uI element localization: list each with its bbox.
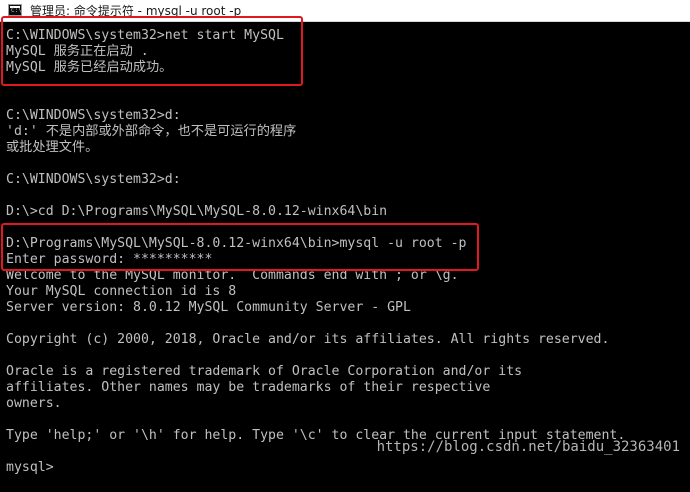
console-line: Your MySQL connection id is 8: [6, 284, 237, 299]
cmd-icon: C:\: [8, 4, 22, 16]
console-line: Copyright (c) 2000, 2018, Oracle and/or …: [6, 332, 610, 347]
console-line: owners.: [6, 396, 62, 411]
highlight-box-start-service: [1, 16, 303, 86]
highlight-box-login: [1, 223, 479, 271]
console-line: C:\WINDOWS\system32>d:: [6, 172, 181, 187]
console-line: affiliates. Other names may be trademark…: [6, 380, 491, 395]
console-prompt[interactable]: mysql>: [6, 460, 54, 476]
watermark-text: https://blog.csdn.net/baidu_32363401: [376, 439, 680, 455]
console-line: 或批处理文件。: [6, 140, 99, 155]
command-prompt-window: C:\ 管理员: 命令提示符 - mysql -u root -p C:\WIN…: [0, 0, 690, 492]
console-line: 'd:' 不是内部或外部命令，也不是可运行的程序: [6, 124, 297, 139]
console-line: Oracle is a registered trademark of Orac…: [6, 364, 523, 379]
console-line: D:\>cd D:\Programs\MySQL\MySQL-8.0.12-wi…: [6, 204, 388, 219]
console-line: C:\WINDOWS\system32>d:: [6, 108, 181, 123]
console-line: Server version: 8.0.12 MySQL Community S…: [6, 300, 411, 315]
